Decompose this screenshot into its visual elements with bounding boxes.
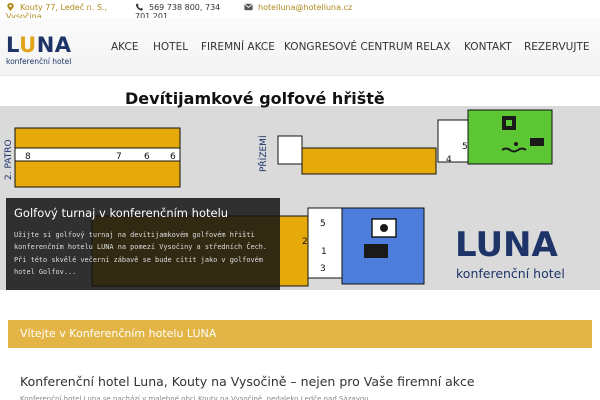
top-contact-bar: Kouty 77, Ledeč n. S., Vysočina 569 738 … — [0, 0, 600, 21]
floor-label-2: 2. PATRO — [4, 139, 14, 180]
content-intro: Konferenční hotel Luna se nachází v male… — [20, 395, 369, 400]
site-header: LUNA konferenční hotel AKCE HOTEL FIREMN… — [0, 18, 600, 76]
slide-caption-title: Golfový turnaj v konferenčním hotelu — [14, 206, 229, 220]
nav-item-relax[interactable]: RELAX — [416, 40, 450, 54]
welcome-section: Vítejte v Konferenčním hotelu LUNA — [0, 312, 600, 356]
welcome-text: Vítejte v Konferenčním hotelu LUNA — [20, 327, 217, 340]
envelope-icon — [244, 3, 253, 11]
nav-item-kongresove-centrum[interactable]: KONGRESOVÉ CENTRUM — [284, 40, 413, 54]
ground-hall — [301, 147, 437, 175]
content-title: Konferenční hotel Luna, Kouty na Vysočin… — [20, 374, 475, 389]
hole-6b: 6 — [170, 152, 176, 162]
phone-icon — [135, 3, 144, 11]
hole-6a: 6 — [144, 152, 150, 162]
welcome-banner: Vítejte v Konferenčním hotelu LUNA — [8, 320, 592, 348]
hole-5: 5 — [462, 142, 468, 152]
hole-5b: 5 — [320, 219, 326, 229]
hero-slider[interactable]: Devítijamkové golfové hřiště 2. PATRO 8 … — [0, 76, 600, 290]
slide-logo-word: LUNA — [455, 225, 559, 265]
hole-3: 3 — [320, 264, 326, 274]
nav-item-akce[interactable]: AKCE — [111, 40, 138, 54]
upper-hall-bottom — [14, 160, 181, 188]
floor-label-0: PŘÍZEMÍ — [257, 135, 269, 172]
nav-item-rezervujte[interactable]: REZERVUJTE — [524, 40, 590, 54]
slide-logo-sub: konferenční hotel — [456, 266, 565, 281]
site-logo[interactable]: LUNA konferenční hotel — [6, 33, 72, 74]
hole-4: 4 — [446, 155, 452, 165]
email-text: hotelluna@hotelluna.cz — [258, 3, 353, 12]
slide-caption[interactable]: Golfový turnaj v konferenčním hotelu Uži… — [6, 198, 280, 290]
email-link[interactable]: hotelluna@hotelluna.cz — [244, 3, 352, 12]
ground-block-a — [277, 135, 303, 165]
ground-block-b — [437, 119, 469, 163]
slide-banner-title: Devítijamkové golfové hřiště — [125, 89, 385, 108]
fitness-icon — [502, 116, 516, 130]
upper-hall-top — [14, 127, 181, 149]
hole-7: 7 — [116, 152, 122, 162]
map-pin-icon — [7, 3, 14, 11]
slide-caption-text: Užijte si golfový turnaj na devítijamkov… — [14, 231, 268, 277]
nav-item-kontakt[interactable]: KONTAKT — [464, 40, 512, 54]
logo-wordmark: LUNA — [6, 33, 72, 57]
page: Kouty 77, Ledeč n. S., Vysočina 569 738 … — [0, 0, 600, 400]
hole-8: 8 — [25, 152, 31, 162]
logo-subtitle: konferenční hotel — [6, 57, 72, 66]
hole-2: 2 — [302, 237, 308, 247]
nav-item-firemni-akce[interactable]: FIREMNÍ AKCE — [201, 40, 275, 54]
hole-1: 1 — [321, 247, 327, 257]
nav-item-hotel[interactable]: HOTEL — [153, 40, 188, 54]
upper-corridor — [14, 147, 181, 162]
spa-icon — [530, 138, 544, 146]
